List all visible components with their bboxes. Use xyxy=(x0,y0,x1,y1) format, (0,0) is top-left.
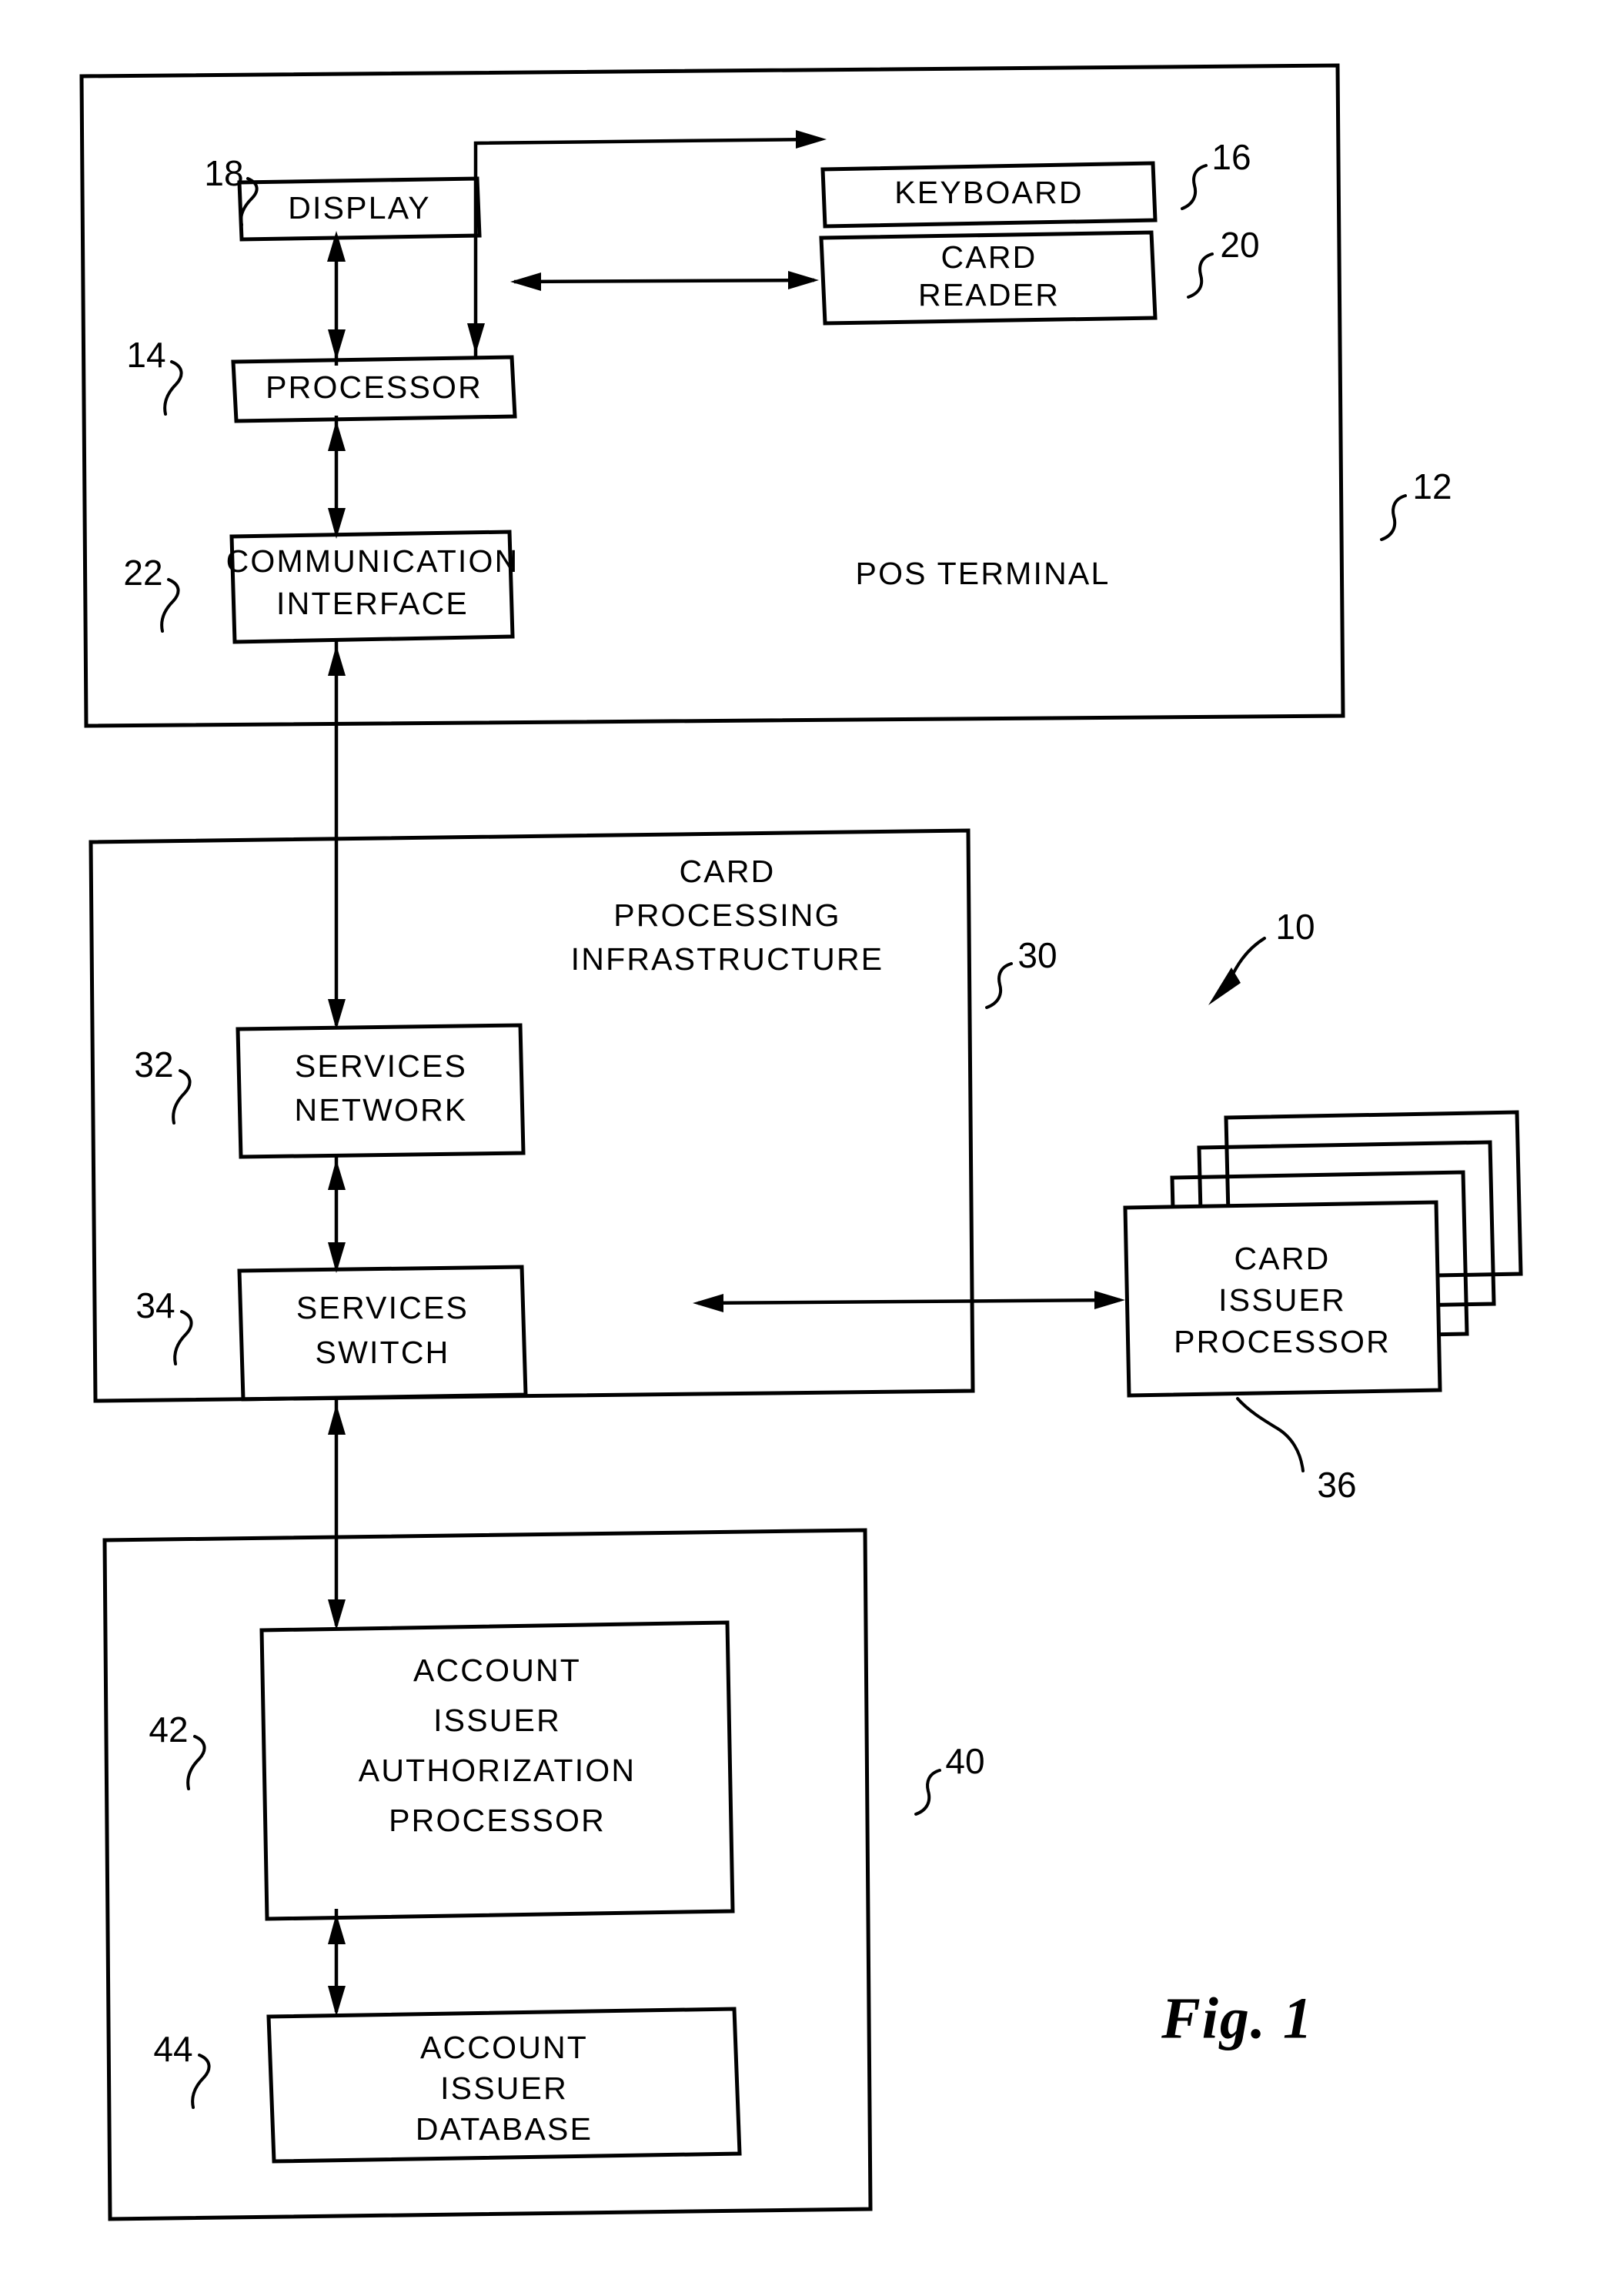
figure-1-block-diagram: DISPLAY KEYBOARD PROCESSOR CARD READER C… xyxy=(79,63,1523,2221)
ref-number-32: 32 xyxy=(134,1044,173,1085)
card-reader-label-line1: CARD xyxy=(941,239,1037,275)
ref-number-36: 36 xyxy=(1317,1465,1356,1505)
processor-label: PROCESSOR xyxy=(266,369,483,405)
ref-number-16: 16 xyxy=(1211,137,1251,177)
connection-comm-interface-services-network xyxy=(328,640,346,1030)
ref-callout-16: 16 xyxy=(1181,137,1251,210)
account-issuer-database-label-line2: ISSUER xyxy=(440,2070,568,2106)
account-issuer-auth-processor-label-line2: ISSUER xyxy=(433,1703,561,1738)
ref-number-22: 22 xyxy=(123,553,162,593)
figure-caption: Fig. 1 xyxy=(1161,1986,1314,2050)
block-card-issuer-processor[interactable]: CARD ISSUER PROCESSOR xyxy=(1123,1110,1523,1398)
display-label: DISPLAY xyxy=(288,190,431,226)
cpi-label-line3: INFRASTRUCTURE xyxy=(571,941,884,977)
ref-callout-34: 34 xyxy=(135,1285,193,1365)
block-keyboard[interactable]: KEYBOARD xyxy=(820,161,1158,229)
account-issuer-database-label-line3: DATABASE xyxy=(416,2111,593,2147)
ref-callout-14: 14 xyxy=(126,335,183,416)
card-issuer-processor-label-line2: ISSUER xyxy=(1218,1282,1346,1318)
card-issuer-processor-label-line1: CARD xyxy=(1234,1241,1331,1276)
connection-auth-processor-account-issuer-database xyxy=(328,1909,346,2017)
connection-services-network-services-switch xyxy=(328,1155,346,1273)
block-processor[interactable]: PROCESSOR xyxy=(231,355,517,423)
account-issuer-auth-processor-label-line1: ACCOUNT xyxy=(413,1653,581,1688)
account-issuer-auth-processor-label-line3: AUTHORIZATION xyxy=(359,1753,636,1788)
ref-number-34: 34 xyxy=(135,1285,175,1325)
ref-number-42: 42 xyxy=(149,1709,188,1750)
ref-number-30: 30 xyxy=(1017,935,1057,975)
communication-interface-label-line2: INTERFACE xyxy=(276,586,469,621)
connection-processor-card-reader xyxy=(510,271,819,291)
ref-number-10: 10 xyxy=(1275,907,1315,947)
block-card-reader[interactable]: CARD READER xyxy=(819,230,1158,326)
block-account-issuer-authorization-processor[interactable]: ACCOUNT ISSUER AUTHORIZATION PROCESSOR xyxy=(259,1620,735,1921)
cpi-label-line1: CARD xyxy=(680,854,776,889)
ref-callout-12: 12 xyxy=(1380,466,1452,541)
services-switch-label-line2: SWITCH xyxy=(316,1335,450,1370)
account-issuer-auth-processor-label-line4: PROCESSOR xyxy=(389,1803,606,1838)
ref-callout-32: 32 xyxy=(134,1044,192,1125)
connection-processor-display xyxy=(327,231,346,366)
services-switch-label-line1: SERVICES xyxy=(296,1290,469,1325)
connection-processor-keyboard xyxy=(467,130,827,359)
ref-number-44: 44 xyxy=(153,2029,192,2069)
ref-callout-36: 36 xyxy=(1236,1397,1357,1505)
connection-processor-communication-interface xyxy=(328,416,346,539)
ref-callout-10: 10 xyxy=(1208,907,1315,1005)
ref-callout-18: 18 xyxy=(204,153,259,226)
ref-number-20: 20 xyxy=(1220,225,1259,265)
ref-callout-30: 30 xyxy=(985,935,1057,1009)
account-issuer-database-label-line1: ACCOUNT xyxy=(420,2030,588,2065)
pos-terminal-title: POS TERMINAL xyxy=(856,556,1111,591)
connection-services-switch-card-issuer-processor xyxy=(693,1291,1125,1312)
ref-number-14: 14 xyxy=(126,335,165,375)
ref-number-12: 12 xyxy=(1412,466,1452,506)
ref-callout-22: 22 xyxy=(123,553,180,633)
card-processing-infrastructure-title: CARD PROCESSING INFRASTRUCTURE xyxy=(571,854,884,977)
connection-services-switch-account-issuer-auth-processor xyxy=(328,1399,346,1630)
ref-callout-20: 20 xyxy=(1187,225,1260,299)
ref-callout-40: 40 xyxy=(914,1741,985,1816)
card-reader-label-line2: READER xyxy=(918,277,1060,312)
pos-terminal-label: POS TERMINAL xyxy=(856,556,1111,591)
block-communication-interface[interactable]: COMMUNICATION INTERFACE xyxy=(226,530,520,644)
cpi-label-line2: PROCESSING xyxy=(613,897,840,933)
ref-number-40: 40 xyxy=(945,1741,984,1781)
communication-interface-label-line1: COMMUNICATION xyxy=(226,543,520,579)
ref-number-18: 18 xyxy=(204,153,243,193)
block-display[interactable]: DISPLAY xyxy=(237,176,482,242)
block-account-issuer-database[interactable]: ACCOUNT ISSUER DATABASE xyxy=(266,2007,742,2164)
block-services-switch[interactable]: SERVICES SWITCH xyxy=(237,1265,528,1402)
ref-callout-42: 42 xyxy=(149,1709,206,1790)
keyboard-label: KEYBOARD xyxy=(894,175,1083,210)
patent-figure-page: DISPLAY KEYBOARD PROCESSOR CARD READER C… xyxy=(0,0,1607,2296)
figure-caption-text: Fig. 1 xyxy=(1161,1986,1314,2050)
block-services-network[interactable]: SERVICES NETWORK xyxy=(236,1023,526,1159)
ref-callout-44: 44 xyxy=(153,2029,211,2109)
services-network-label-line1: SERVICES xyxy=(295,1048,467,1084)
services-network-label-line2: NETWORK xyxy=(295,1092,468,1128)
card-issuer-processor-label-line3: PROCESSOR xyxy=(1174,1324,1391,1359)
